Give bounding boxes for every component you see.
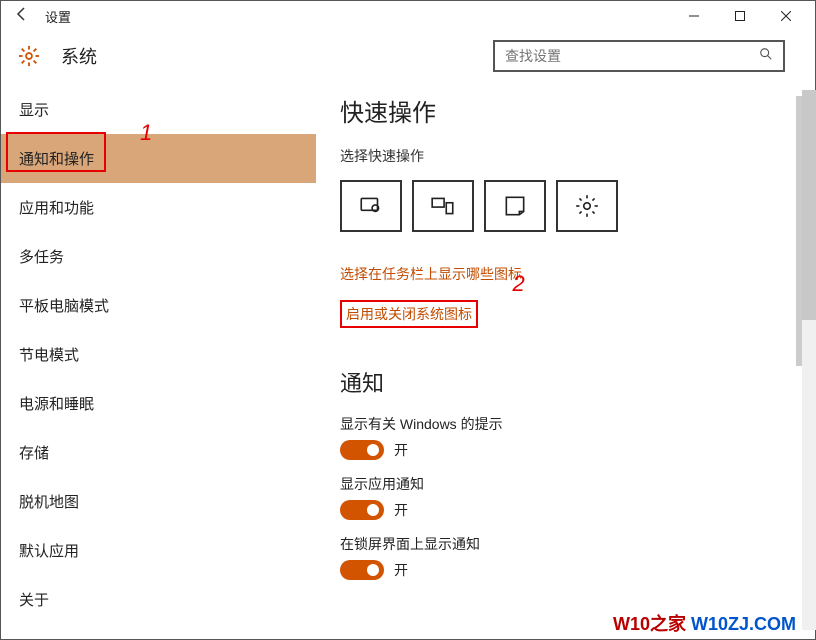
sidebar-item-10[interactable]: 关于 — [1, 575, 316, 624]
setting-row-2: 在锁屏界面上显示通知开 — [340, 534, 791, 580]
quick-action-tiles — [340, 180, 791, 232]
watermark-a: W10之家 — [613, 614, 686, 634]
content-scrollbar[interactable] — [796, 96, 802, 366]
sidebar-item-2[interactable]: 应用和功能 — [1, 183, 316, 232]
window-scrollbar[interactable] — [802, 90, 816, 630]
toggle-state: 开 — [394, 500, 408, 520]
sidebar-item-7[interactable]: 存储 — [1, 428, 316, 477]
toggle-0[interactable] — [340, 440, 384, 460]
tile-settings[interactable] — [556, 180, 618, 232]
back-button[interactable] — [7, 6, 37, 27]
link-taskbar-icons[interactable]: 选择在任务栏上显示哪些图标 — [340, 264, 791, 284]
tile-note[interactable] — [484, 180, 546, 232]
scrollbar-thumb[interactable] — [802, 90, 816, 320]
setting-label: 显示应用通知 — [340, 474, 791, 494]
section-title: 系统 — [61, 43, 97, 69]
setting-row-1: 显示应用通知开 — [340, 474, 791, 520]
sidebar-item-5[interactable]: 节电模式 — [1, 330, 316, 379]
setting-row-0: 显示有关 Windows 的提示开 — [340, 414, 791, 460]
settings-window: 设置 系统 显示通知和操作应用和功能多任务平板电脑模式节电模式电源和睡眠存储脱机… — [0, 0, 816, 640]
link-system-icons[interactable]: 启用或关闭系统图标 — [340, 300, 478, 328]
tile-tablet-mode[interactable] — [340, 180, 402, 232]
watermark: W10之家 W10ZJ.COM — [613, 610, 796, 636]
sidebar-item-8[interactable]: 脱机地图 — [1, 477, 316, 526]
sidebar-item-4[interactable]: 平板电脑模式 — [1, 281, 316, 330]
minimize-button[interactable] — [671, 1, 717, 31]
sidebar-item-9[interactable]: 默认应用 — [1, 526, 316, 575]
titlebar: 设置 — [1, 1, 815, 31]
maximize-button[interactable] — [717, 1, 763, 31]
sidebar-item-3[interactable]: 多任务 — [1, 232, 316, 281]
tile-connect[interactable] — [412, 180, 474, 232]
search-input[interactable] — [505, 48, 759, 64]
toggle-state: 开 — [394, 440, 408, 460]
toggle-1[interactable] — [340, 500, 384, 520]
content-pane: 快速操作 选择快速操作 选择在任务栏上显示哪些图标 启用或关闭系统图标 2 通知… — [316, 81, 815, 639]
sidebar-item-0[interactable]: 显示 — [1, 85, 316, 134]
setting-label: 在锁屏界面上显示通知 — [340, 534, 791, 554]
search-icon — [759, 47, 773, 66]
watermark-b: W10ZJ.COM — [686, 614, 796, 634]
setting-label: 显示有关 Windows 的提示 — [340, 414, 791, 434]
body: 显示通知和操作应用和功能多任务平板电脑模式节电模式电源和睡眠存储脱机地图默认应用… — [1, 81, 815, 639]
sidebar-item-1[interactable]: 通知和操作 — [1, 134, 316, 183]
sidebar-item-6[interactable]: 电源和睡眠 — [1, 379, 316, 428]
close-button[interactable] — [763, 1, 809, 31]
sub-header: 系统 — [1, 31, 815, 81]
quick-actions-heading: 快速操作 — [340, 93, 791, 128]
toggle-state: 开 — [394, 560, 408, 580]
choose-quick-actions-label: 选择快速操作 — [340, 146, 791, 166]
window-title: 设置 — [45, 7, 71, 26]
notifications-heading: 通知 — [340, 366, 791, 398]
toggle-2[interactable] — [340, 560, 384, 580]
sidebar: 显示通知和操作应用和功能多任务平板电脑模式节电模式电源和睡眠存储脱机地图默认应用… — [1, 81, 316, 639]
annotation-2: 2 — [512, 271, 524, 297]
search-box[interactable] — [493, 40, 785, 72]
gear-icon — [17, 44, 41, 68]
